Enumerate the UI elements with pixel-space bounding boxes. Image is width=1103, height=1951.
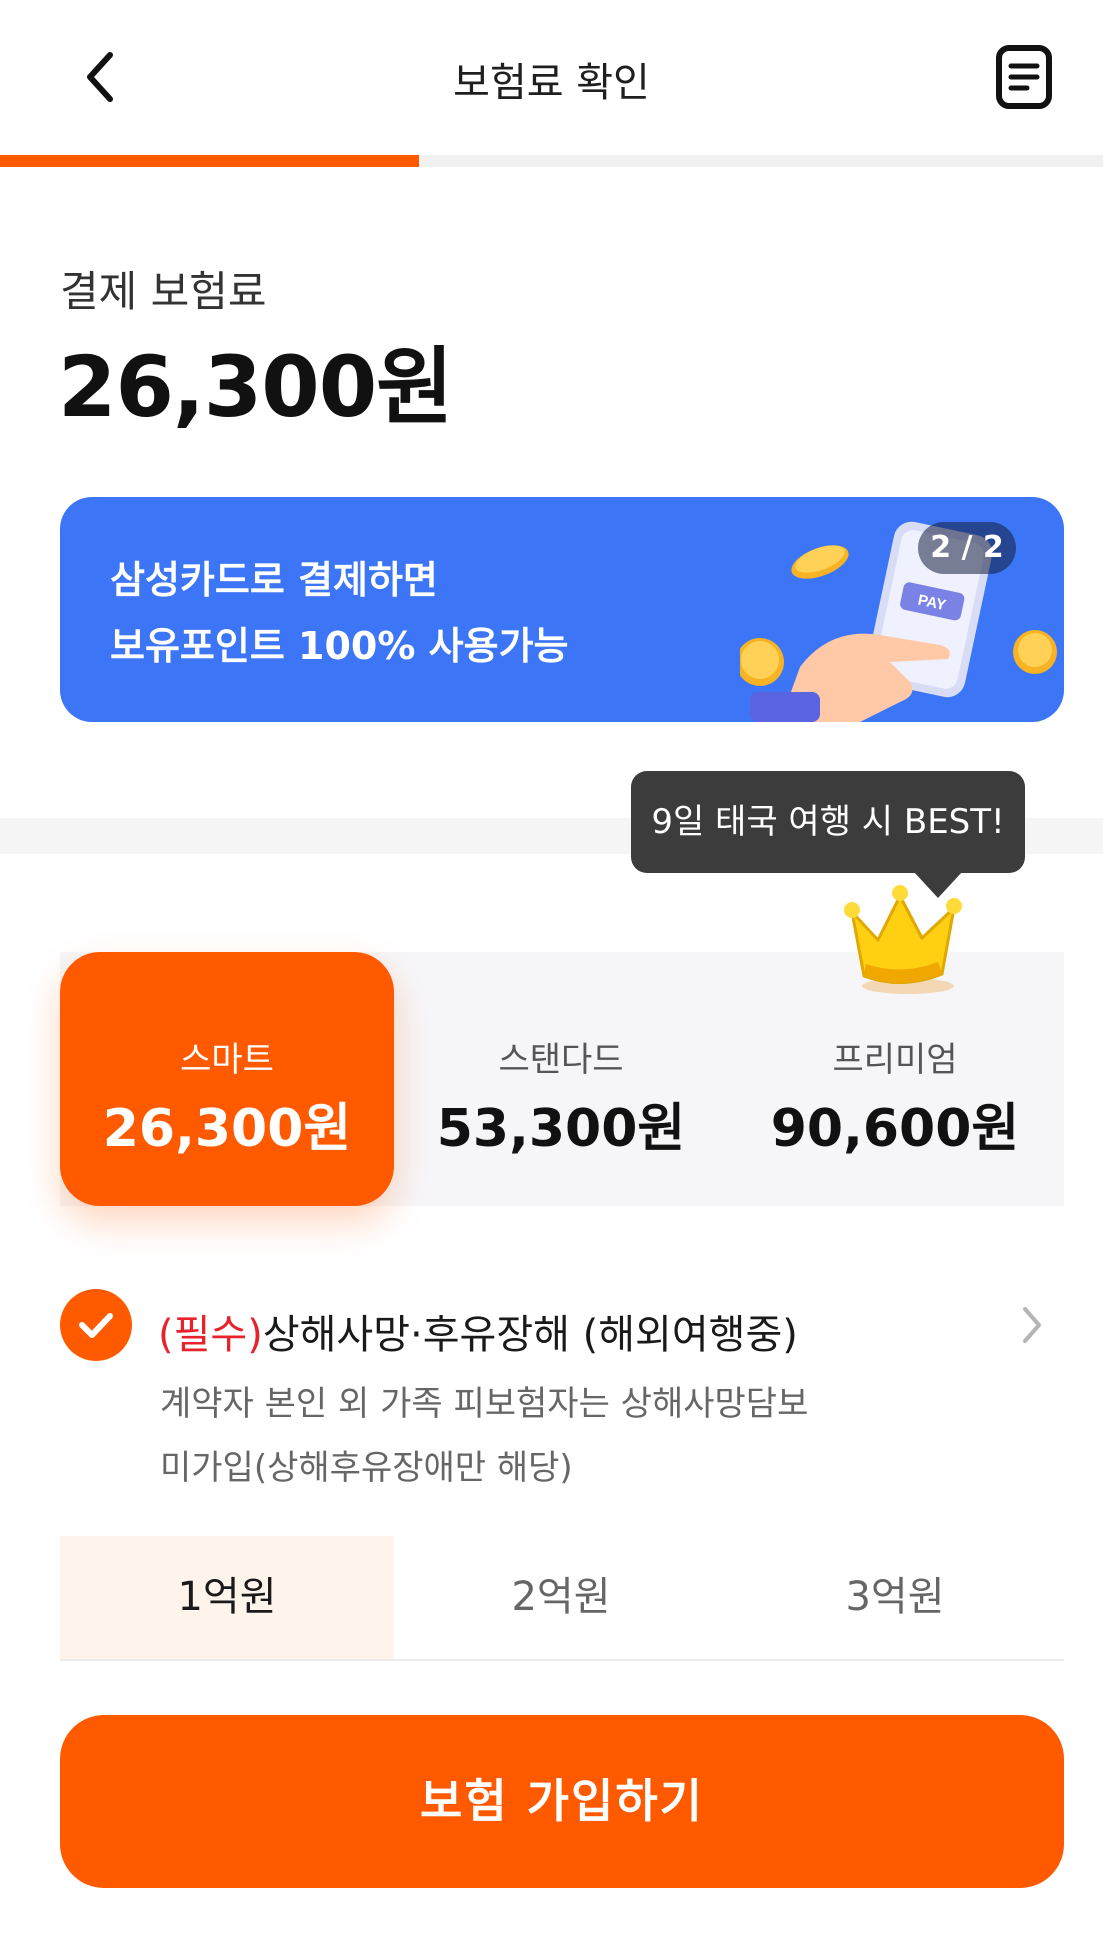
- banner-text-line2: 보유포인트 100% 사용가능: [110, 624, 569, 668]
- plan-name: 스탠다드: [498, 1040, 624, 1080]
- plan-option-standard[interactable]: 스탠다드 53,300원: [394, 952, 728, 1206]
- plan-name: 프리미엄: [832, 1040, 958, 1080]
- coverage-detail-button[interactable]: [1012, 1300, 1052, 1350]
- check-icon: [79, 1313, 113, 1338]
- plan-price: 26,300원: [102, 1099, 352, 1159]
- app-header: 보험료 확인: [0, 0, 1103, 155]
- plan-price: 90,600원: [770, 1099, 1020, 1159]
- plan-option-smart[interactable]: 스마트 26,300원: [60, 952, 394, 1206]
- coverage-title[interactable]: (필수)상해사망·후유장해 (해외여행중): [158, 1302, 798, 1360]
- plan-name: 스마트: [180, 1040, 274, 1080]
- banner-text-line1: 삼성카드로 결제하면: [110, 558, 438, 602]
- document-list-icon: [996, 45, 1052, 109]
- premium-label: 결제 보험료: [60, 267, 267, 316]
- required-tag: (필수): [158, 1312, 263, 1358]
- amount-option-3[interactable]: 3억원: [728, 1536, 1062, 1659]
- amount-option-2[interactable]: 2억원: [394, 1536, 728, 1659]
- amount-option-1[interactable]: 1억원: [60, 1536, 394, 1659]
- page-title: 보험료 확인: [453, 60, 650, 106]
- step-progress-fill: [0, 155, 420, 167]
- best-tooltip: 9일 태국 여행 시 BEST!: [631, 771, 1025, 873]
- step-progress-bar: [0, 155, 1103, 167]
- document-button[interactable]: [994, 42, 1054, 112]
- coverage-checkbox[interactable]: [60, 1289, 132, 1361]
- join-insurance-button[interactable]: 보험 가입하기: [60, 1715, 1064, 1888]
- coverage-description: 계약자 본인 외 가족 피보험자는 상해사망담보 미가입(상해후유장애만 해당): [160, 1372, 900, 1500]
- promo-banner[interactable]: 삼성카드로 결제하면 보유포인트 100% 사용가능 PAY 2 / 2: [60, 497, 1064, 722]
- coverage-name: 상해사망·후유장해 (해외여행중): [262, 1312, 798, 1358]
- coverage-amount-selector: 1억원 2억원 3억원: [60, 1536, 1064, 1661]
- coverage-desc-line2: 미가입(상해후유장애만 해당): [160, 1448, 573, 1488]
- banner-pager: 2 / 2: [918, 522, 1016, 574]
- chevron-right-icon: [1023, 1307, 1041, 1343]
- premium-amount: 26,300원: [58, 338, 453, 436]
- coverage-desc-line1: 계약자 본인 외 가족 피보험자는 상해사망담보: [160, 1384, 809, 1424]
- plan-price: 53,300원: [436, 1099, 686, 1159]
- tooltip-tail: [914, 872, 962, 898]
